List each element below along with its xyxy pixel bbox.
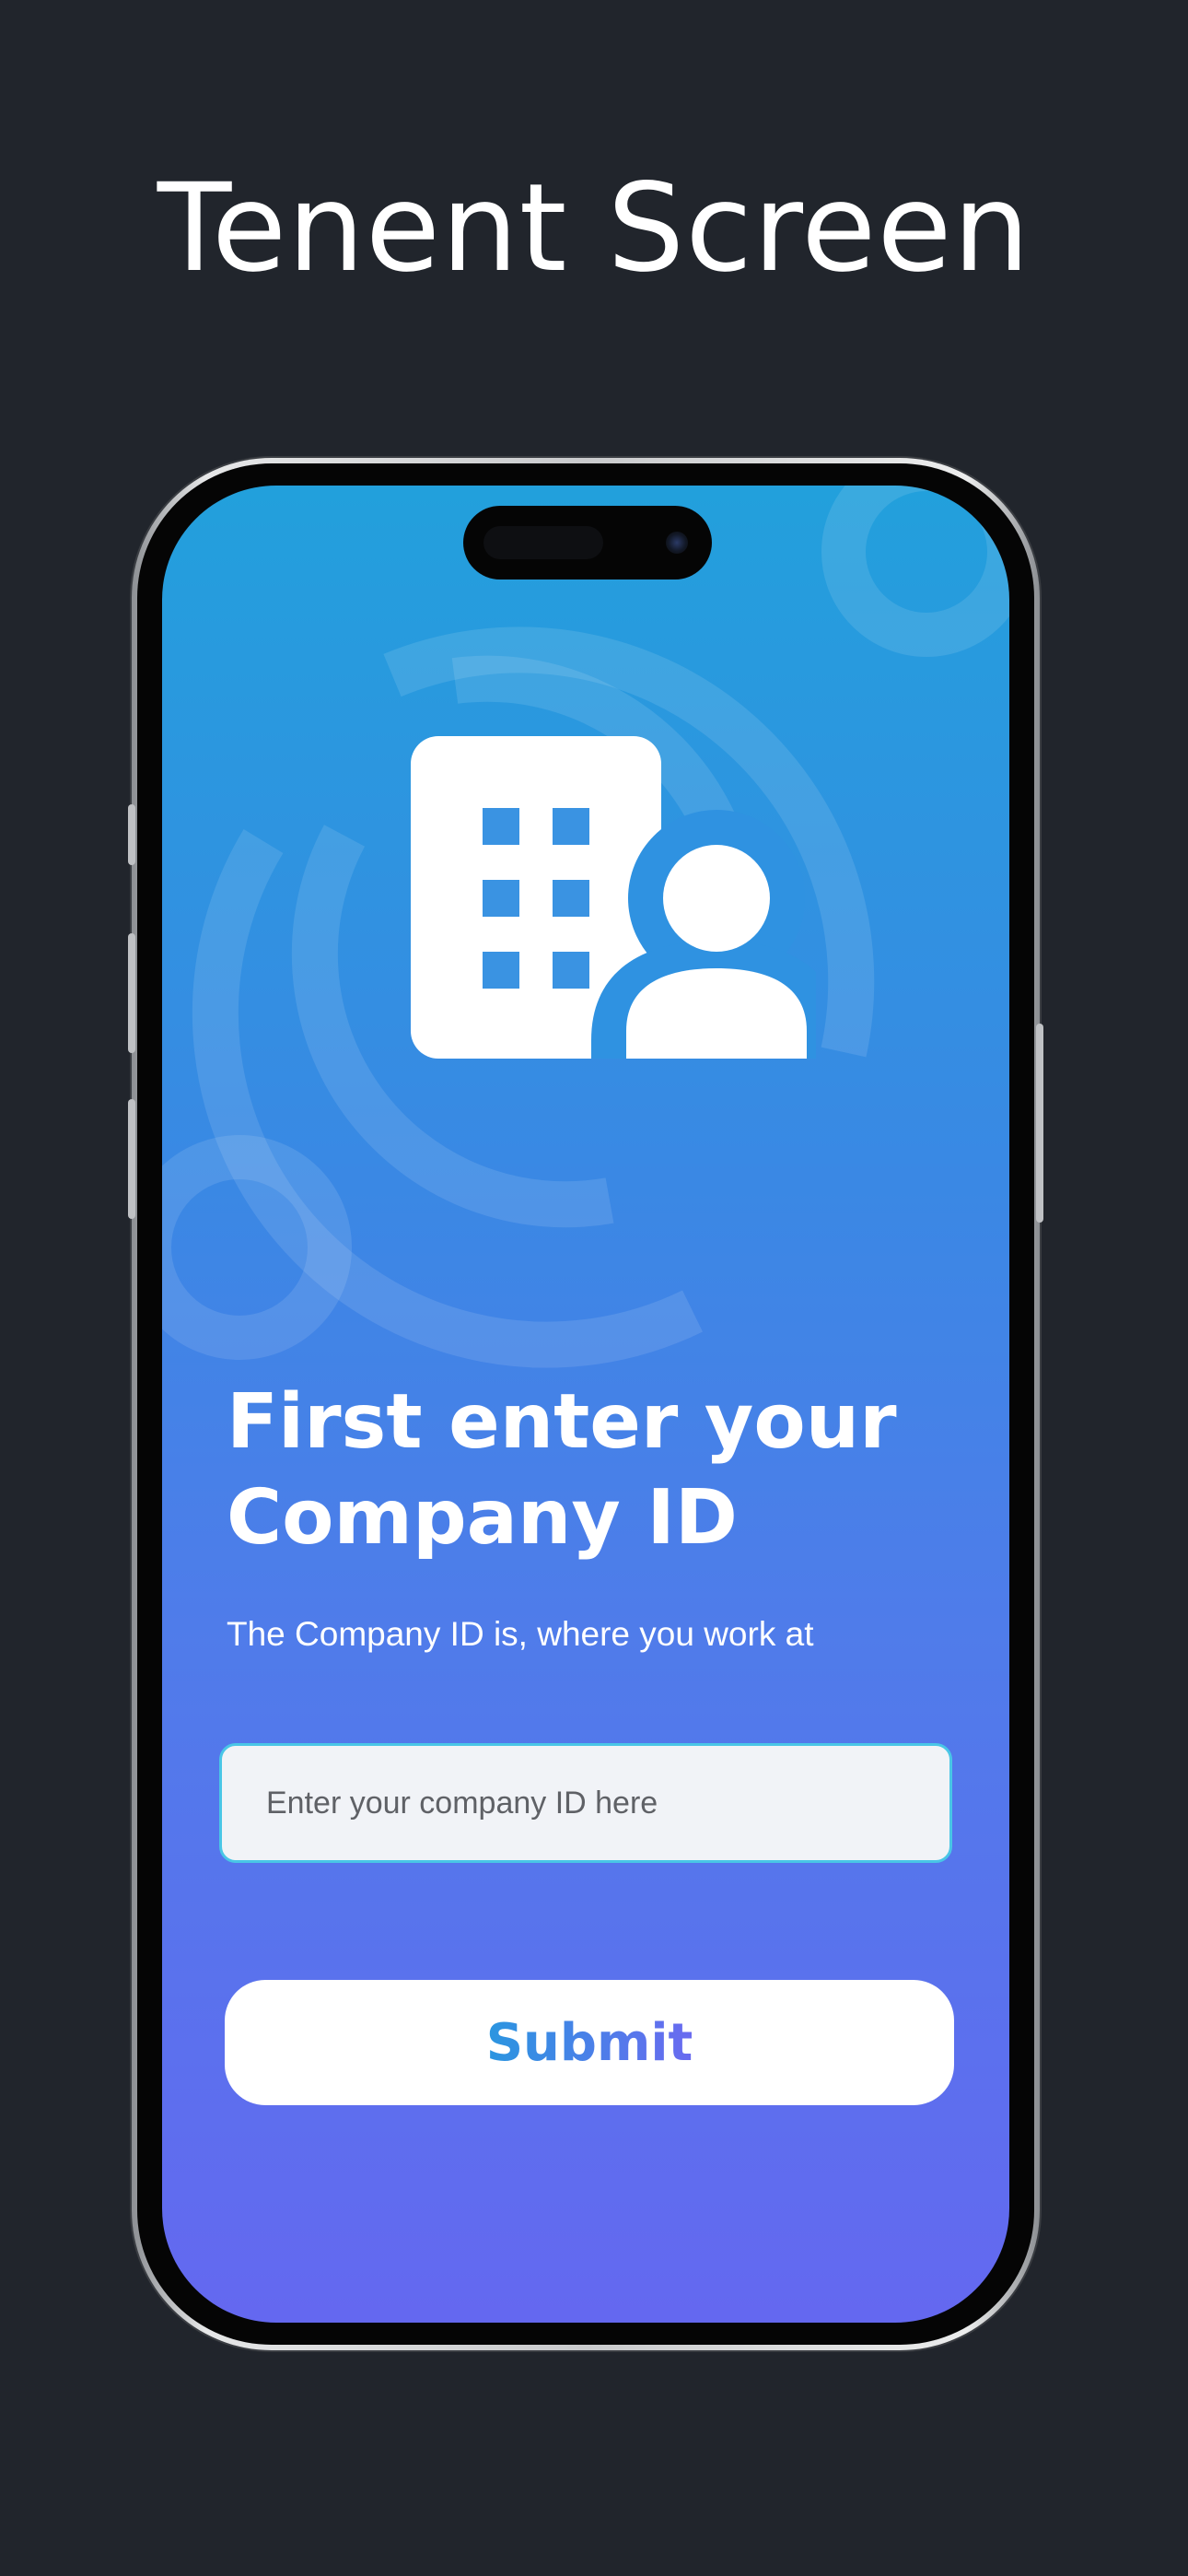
phone-mockup: First enter your Company ID The Company … <box>128 458 1043 2350</box>
subtitle-text: The Company ID is, where you work at <box>227 1615 814 1653</box>
headline: First enter your Company ID <box>227 1375 945 1566</box>
page-title: Tenent Screen <box>157 158 1031 299</box>
dynamic-island <box>463 506 712 580</box>
front-camera-icon <box>666 532 688 554</box>
app-screen: First enter your Company ID The Company … <box>162 486 1009 2323</box>
headline-line-2: Company ID <box>227 1474 738 1562</box>
sensor-pill <box>483 526 603 559</box>
company-id-input[interactable] <box>219 1743 952 1863</box>
submit-button[interactable]: Submit <box>225 1980 954 2105</box>
action-button <box>128 804 135 865</box>
power-button <box>1036 1024 1043 1223</box>
building-user-icon <box>411 736 816 1059</box>
volume-down-button <box>128 1099 135 1219</box>
headline-line-1: First enter your <box>227 1378 897 1466</box>
submit-button-label: Submit <box>485 2012 693 2073</box>
volume-up-button <box>128 933 135 1053</box>
